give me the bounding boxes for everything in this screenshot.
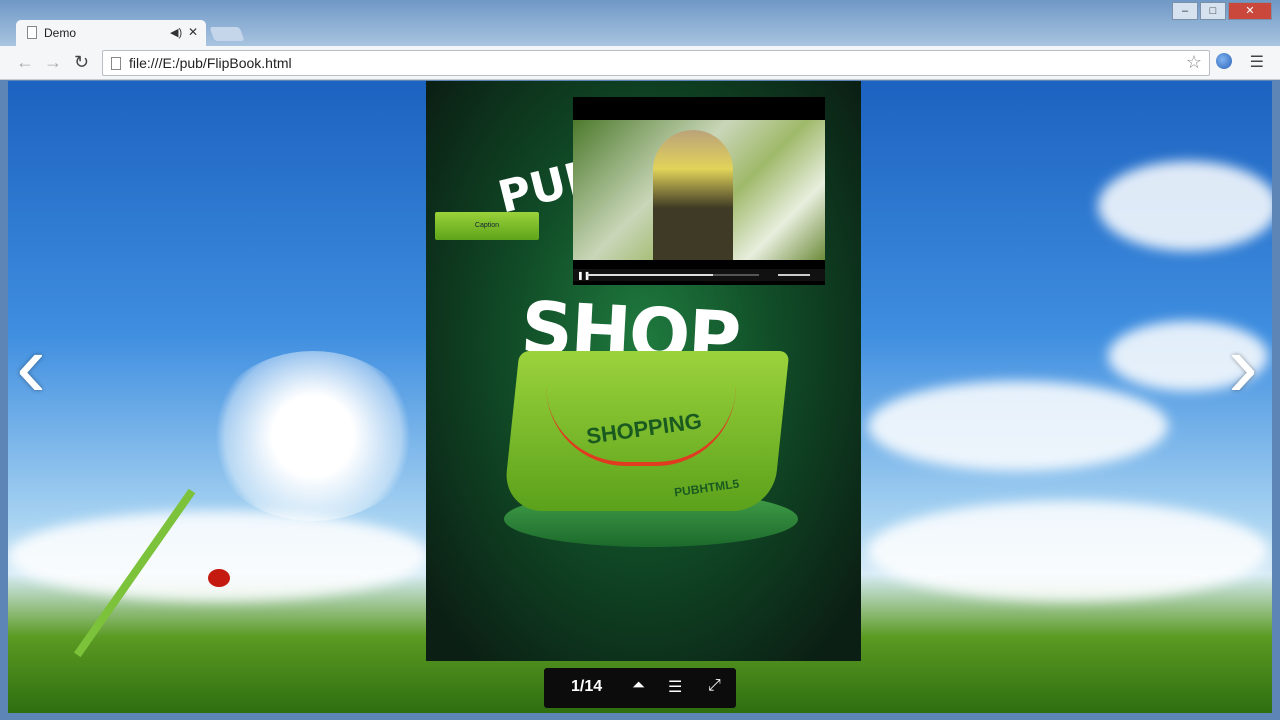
book-page[interactable]: PUB Caption ❚❚ SHOP SHOPPING PUBHTML5 (426, 81, 861, 661)
extension-globe-icon[interactable] (1216, 53, 1232, 69)
next-page-arrow[interactable]: › (1228, 321, 1258, 411)
reload-button[interactable]: ↻ (74, 52, 89, 73)
dandelion (208, 351, 418, 521)
table-of-contents-icon[interactable]: ☰ (668, 677, 682, 697)
audio-playing-icon: ◀) (170, 27, 183, 39)
video-progress-fill (587, 274, 713, 276)
video-frame (573, 120, 825, 260)
browser-tab[interactable]: Demo ◀) ✕ (16, 20, 206, 46)
cloud (868, 381, 1168, 471)
video-person (653, 130, 733, 260)
ladybug (208, 569, 230, 587)
maximize-button[interactable]: □ (1200, 2, 1226, 20)
menu-icon[interactable]: ☰ (1250, 52, 1264, 72)
address-bar[interactable]: file:///E:/pub/FlipBook.html (102, 50, 1210, 76)
page-toolbar: 1/14 ⏶ ☰ ⤢ (544, 668, 736, 708)
video-controls: ❚❚ (573, 269, 825, 281)
prev-page-arrow[interactable]: ‹ (16, 321, 46, 411)
browser-toolbar: ← → ↻ file:///E:/pub/FlipBook.html ☆ ☰ (0, 46, 1280, 80)
close-window-button[interactable]: ✕ (1228, 2, 1272, 20)
cloud (868, 501, 1268, 601)
video-player[interactable]: ❚❚ (573, 97, 825, 285)
cloud (8, 511, 428, 601)
first-page-icon[interactable]: ⏶ (632, 677, 645, 695)
bookmark-star-icon[interactable]: ☆ (1186, 52, 1202, 73)
minimize-button[interactable]: – (1172, 2, 1198, 20)
cloud (1098, 161, 1272, 251)
url-text: file:///E:/pub/FlipBook.html (129, 55, 292, 71)
back-button[interactable]: ← (16, 52, 34, 73)
fullscreen-icon[interactable]: ⤢ (708, 677, 721, 695)
forward-button[interactable]: → (44, 52, 62, 73)
page-icon (111, 57, 121, 70)
page-indicator: 1/14 (571, 678, 603, 695)
flipbook-viewport: ‹ › PUB Caption ❚❚ SHOP SHOPPING PUBHTML… (8, 81, 1272, 713)
window-titlebar: Demo ◀) ✕ – □ ✕ (0, 0, 1280, 46)
tab-title: Demo (44, 26, 77, 40)
close-tab-icon[interactable]: ✕ (188, 25, 198, 39)
video-seek-bar[interactable] (587, 274, 759, 276)
new-tab-button[interactable] (209, 27, 245, 41)
volume-slider[interactable] (778, 274, 810, 276)
page-icon (27, 26, 37, 39)
caption-button[interactable]: Caption (435, 212, 539, 240)
